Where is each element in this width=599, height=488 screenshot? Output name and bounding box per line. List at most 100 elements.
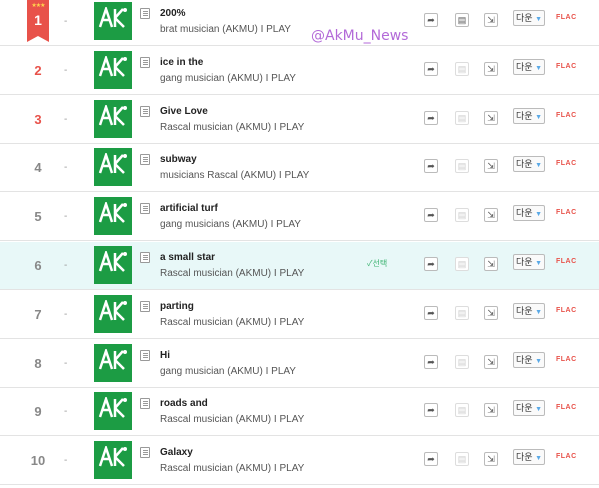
song-info-icon[interactable]	[140, 398, 150, 409]
download-dropdown[interactable]: 다운 ▼	[513, 449, 545, 465]
song-title[interactable]: ice in the	[160, 57, 203, 68]
add-to-playlist-button[interactable]: ⇲	[484, 62, 498, 76]
song-title[interactable]: parting	[160, 301, 194, 312]
share-button[interactable]: ➦	[424, 159, 438, 173]
flac-badge[interactable]: FLAC	[556, 209, 577, 216]
album-cover[interactable]	[94, 148, 132, 186]
download-dropdown[interactable]: 다운 ▼	[513, 254, 545, 270]
add-to-playlist-button[interactable]: ⇲	[484, 403, 498, 417]
select-check[interactable]: ✓선택	[367, 258, 387, 269]
flac-badge[interactable]: FLAC	[556, 258, 577, 265]
add-to-playlist-button[interactable]: ⇲	[484, 111, 498, 125]
flac-badge[interactable]: FLAC	[556, 112, 577, 119]
mv-button[interactable]: ▤	[455, 62, 469, 76]
song-info-icon[interactable]	[140, 203, 150, 214]
download-dropdown[interactable]: 다운 ▼	[513, 59, 545, 75]
album-cover[interactable]	[94, 100, 132, 138]
artist-album[interactable]: gang musicians (AKMU) I PLAY	[160, 219, 301, 230]
share-button[interactable]: ➦	[424, 306, 438, 320]
download-dropdown[interactable]: 다운 ▼	[513, 352, 545, 368]
album-cover[interactable]	[94, 197, 132, 235]
song-info-icon[interactable]	[140, 57, 150, 68]
song-title[interactable]: Hi	[160, 350, 170, 361]
add-to-playlist-button[interactable]: ⇲	[484, 13, 498, 27]
song-row[interactable]: 7 - parting Rascal musician (AKMU) I PLA…	[0, 291, 599, 339]
download-dropdown[interactable]: 다운 ▼	[513, 156, 545, 172]
share-button[interactable]: ➦	[424, 403, 438, 417]
song-row[interactable]: 6 - a small star Rascal musician (AKMU) …	[0, 242, 599, 290]
add-to-playlist-button[interactable]: ⇲	[484, 208, 498, 222]
song-row[interactable]: 9 - roads and Rascal musician (AKMU) I P…	[0, 388, 599, 436]
flac-badge[interactable]: FLAC	[556, 307, 577, 314]
flac-badge[interactable]: FLAC	[556, 453, 577, 460]
song-row[interactable]: 2 - ice in the gang musician (AKMU) I PL…	[0, 47, 599, 95]
add-to-playlist-button[interactable]: ⇲	[484, 355, 498, 369]
album-cover[interactable]	[94, 51, 132, 89]
share-button[interactable]: ➦	[424, 355, 438, 369]
song-title[interactable]: Galaxy	[160, 447, 193, 458]
artist-album[interactable]: musicians Rascal (AKMU) I PLAY	[160, 170, 309, 181]
song-title[interactable]: Give Love	[160, 106, 208, 117]
artist-album[interactable]: gang musician (AKMU) I PLAY	[160, 366, 296, 377]
song-row[interactable]: 8 - Hi gang musician (AKMU) I PLAY ➦ ▤ ⇲…	[0, 340, 599, 388]
mv-button[interactable]: ▤	[455, 452, 469, 466]
flac-badge[interactable]: FLAC	[556, 404, 577, 411]
song-info-icon[interactable]	[140, 350, 150, 361]
song-row[interactable]: 5 - artificial turf gang musicians (AKMU…	[0, 193, 599, 241]
album-cover[interactable]	[94, 2, 132, 40]
album-cover[interactable]	[94, 441, 132, 479]
share-button[interactable]: ➦	[424, 208, 438, 222]
song-info-icon[interactable]	[140, 8, 150, 19]
add-to-playlist-button[interactable]: ⇲	[484, 452, 498, 466]
song-info-icon[interactable]	[140, 106, 150, 117]
mv-button[interactable]: ▤	[455, 208, 469, 222]
song-title[interactable]: roads and	[160, 398, 208, 409]
artist-album[interactable]: Rascal musician (AKMU) I PLAY	[160, 463, 304, 474]
album-cover[interactable]	[94, 295, 132, 333]
mv-button[interactable]: ▤	[455, 111, 469, 125]
song-row[interactable]: 10 - Galaxy Rascal musician (AKMU) I PLA…	[0, 437, 599, 485]
song-info-icon[interactable]	[140, 447, 150, 458]
share-button[interactable]: ➦	[424, 13, 438, 27]
flac-badge[interactable]: FLAC	[556, 63, 577, 70]
song-info-icon[interactable]	[140, 252, 150, 263]
add-to-playlist-button[interactable]: ⇲	[484, 257, 498, 271]
flac-badge[interactable]: FLAC	[556, 160, 577, 167]
album-cover[interactable]	[94, 344, 132, 382]
mv-button[interactable]: ▤	[455, 306, 469, 320]
song-info-icon[interactable]	[140, 301, 150, 312]
download-dropdown[interactable]: 다운 ▼	[513, 108, 545, 124]
artist-album[interactable]: Rascal musician (AKMU) I PLAY	[160, 268, 304, 279]
album-cover[interactable]	[94, 392, 132, 430]
add-to-playlist-button[interactable]: ⇲	[484, 159, 498, 173]
album-cover[interactable]	[94, 246, 132, 284]
artist-album[interactable]: brat musician (AKMU) I PLAY	[160, 24, 291, 35]
song-title[interactable]: a small star	[160, 252, 215, 263]
flac-badge[interactable]: FLAC	[556, 356, 577, 363]
artist-album[interactable]: Rascal musician (AKMU) I PLAY	[160, 414, 304, 425]
song-title[interactable]: 200%	[160, 8, 186, 19]
song-row[interactable]: 4 - subway musicians Rascal (AKMU) I PLA…	[0, 144, 599, 192]
share-button[interactable]: ➦	[424, 452, 438, 466]
song-row[interactable]: 3 - Give Love Rascal musician (AKMU) I P…	[0, 96, 599, 144]
add-to-playlist-button[interactable]: ⇲	[484, 306, 498, 320]
download-dropdown[interactable]: 다운 ▼	[513, 400, 545, 416]
download-dropdown[interactable]: 다운 ▼	[513, 303, 545, 319]
share-button[interactable]: ➦	[424, 62, 438, 76]
song-row[interactable]: ★★★ 1 - 200% brat musician (AKMU) I PLAY …	[0, 0, 599, 46]
song-title[interactable]: artificial turf	[160, 203, 218, 214]
song-title[interactable]: subway	[160, 154, 197, 165]
download-dropdown[interactable]: 다운 ▼	[513, 10, 545, 26]
flac-badge[interactable]: FLAC	[556, 14, 577, 21]
mv-button[interactable]: ▤	[455, 403, 469, 417]
artist-album[interactable]: Rascal musician (AKMU) I PLAY	[160, 122, 304, 133]
download-dropdown[interactable]: 다운 ▼	[513, 205, 545, 221]
share-button[interactable]: ➦	[424, 111, 438, 125]
share-button[interactable]: ➦	[424, 257, 438, 271]
mv-button[interactable]: ▤	[455, 257, 469, 271]
artist-album[interactable]: gang musician (AKMU) I PLAY	[160, 73, 296, 84]
mv-button[interactable]: ▤	[455, 355, 469, 369]
song-info-icon[interactable]	[140, 154, 150, 165]
artist-album[interactable]: Rascal musician (AKMU) I PLAY	[160, 317, 304, 328]
mv-button[interactable]: ▤	[455, 159, 469, 173]
